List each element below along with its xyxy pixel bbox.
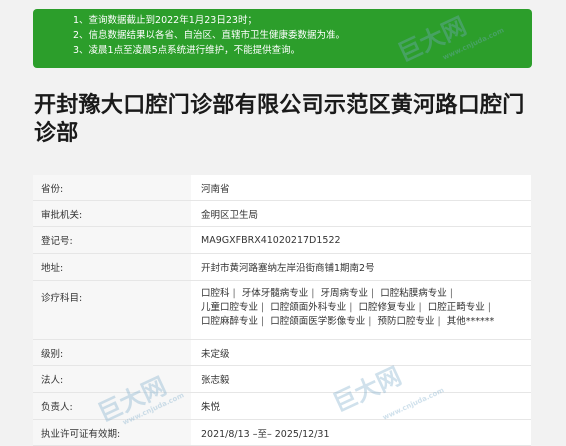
department-item: 其他****** xyxy=(446,316,495,327)
label-address: 地址: xyxy=(33,254,191,280)
value-responsible: 朱悦 xyxy=(201,402,221,413)
value-legal-person: 张志毅 xyxy=(201,375,230,386)
row-departments: 诊疗科目: 口腔科 | 牙体牙髓病专业 | 牙周病专业 | 口腔粘膜病专业 | 儿童口腔… xyxy=(33,281,531,340)
label-responsible: 负责人: xyxy=(33,393,191,419)
row-license-validity: 执业许可证有效期: 2021/8/13 –至– 2025/12/31 xyxy=(33,420,531,446)
value-departments: 口腔科 | 牙体牙髓病专业 | 牙周病专业 | 口腔粘膜病专业 | 儿童口腔专业 | 口腔… xyxy=(201,281,523,339)
row-level: 级别: 未定级 xyxy=(33,340,531,366)
separator: | xyxy=(418,302,422,313)
info-table: 省份: 河南省 审批机关: 金明区卫生局 登记号: MA9GXFBRX41020… xyxy=(33,175,531,446)
value-address: 开封市黄河路塞纳左岸沿街商铺1期南2号 xyxy=(201,263,375,274)
value-province: 河南省 xyxy=(201,183,230,195)
label-legal-person: 法人: xyxy=(33,366,191,392)
notice-banner: 1、查询数据截止到2022年1月23日23时； 2、信息数据结果以各省、自治区、… xyxy=(33,9,532,68)
separator: | xyxy=(349,302,353,313)
label-registration: 登记号: xyxy=(33,227,191,253)
separator: | xyxy=(437,316,441,327)
row-province: 省份: 河南省 xyxy=(33,175,531,201)
department-item: 预防口腔专业 xyxy=(377,316,435,327)
value-level: 未定级 xyxy=(201,348,230,360)
department-item: 口腔修复专业 xyxy=(358,302,416,313)
separator: | xyxy=(261,302,265,313)
row-address: 地址: 开封市黄河路塞纳左岸沿街商铺1期南2号 xyxy=(33,254,531,281)
separator: | xyxy=(368,316,372,327)
department-item: 牙体牙髓病专业 xyxy=(241,288,309,299)
separator: | xyxy=(371,288,375,299)
department-item: 口腔科 xyxy=(201,288,230,299)
value-registration: MA9GXFBRX41020217D1522 xyxy=(201,234,341,246)
department-item: 口腔颌面医学影像专业 xyxy=(270,316,366,327)
department-item: 口腔颌面外科专业 xyxy=(270,302,347,313)
label-departments: 诊疗科目: xyxy=(33,281,191,339)
page-title: 开封豫大口腔门诊部有限公司示范区黄河路口腔门诊部 xyxy=(34,93,525,146)
label-license-validity: 执业许可证有效期: xyxy=(33,420,191,445)
value-authority: 金明区卫生局 xyxy=(201,209,259,221)
department-item: 牙周病专业 xyxy=(320,288,369,299)
label-province: 省份: xyxy=(33,175,191,200)
department-item: 口腔正畸专业 xyxy=(427,302,485,313)
row-legal-person: 法人: 张志毅 xyxy=(33,366,531,393)
department-item: 口腔粘膜病专业 xyxy=(380,288,447,299)
row-responsible: 负责人: 朱悦 xyxy=(33,393,531,420)
separator: | xyxy=(487,302,491,313)
separator: | xyxy=(311,288,315,299)
value-license-validity: 2021/8/13 –至– 2025/12/31 xyxy=(201,428,330,440)
label-level: 级别: xyxy=(33,340,191,365)
department-item: 口腔麻醉专业 xyxy=(201,316,259,327)
row-registration: 登记号: MA9GXFBRX41020217D1522 xyxy=(33,227,531,254)
separator: | xyxy=(261,316,265,327)
label-authority: 审批机关: xyxy=(33,201,191,226)
notice-line-3: 3、凌晨1点至凌晨5点系统进行维护，不能提供查询。 xyxy=(73,45,301,56)
notice-line-2: 2、信息数据结果以各省、自治区、直辖市卫生健康委数据为准。 xyxy=(73,30,346,41)
notice-line-1: 1、查询数据截止到2022年1月23日23时； xyxy=(73,15,257,26)
row-authority: 审批机关: 金明区卫生局 xyxy=(33,201,531,227)
separator: | xyxy=(449,288,453,299)
separator: | xyxy=(232,288,236,299)
department-item: 儿童口腔专业 xyxy=(201,302,259,313)
